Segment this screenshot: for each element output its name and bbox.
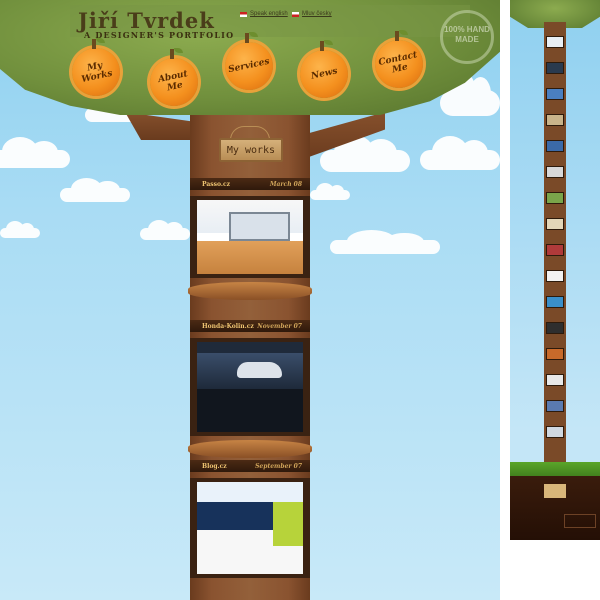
work-date: November 07 xyxy=(257,322,302,330)
uk-flag-icon xyxy=(240,11,247,17)
preview-thumb xyxy=(546,426,564,438)
work-frame xyxy=(190,338,310,436)
nav-about-me[interactable]: About Me xyxy=(150,48,198,106)
main-page: Jiří Tvrdek A DESIGNER'S PORTFOLIO Speak… xyxy=(0,0,500,600)
thumb-sidebar xyxy=(273,502,303,547)
preview-thumb xyxy=(546,322,564,334)
cloud xyxy=(0,137,70,168)
work-header: Blog.cz September 07 xyxy=(190,460,310,472)
work-date: September 07 xyxy=(255,462,302,470)
site-subtitle: A DESIGNER'S PORTFOLIO xyxy=(84,30,235,40)
cloud xyxy=(140,219,190,240)
preview-thumb xyxy=(546,36,564,48)
preview-thumb xyxy=(546,192,564,204)
preview-thumb xyxy=(546,296,564,308)
work-shelf xyxy=(188,440,312,458)
work-thumbnail[interactable] xyxy=(197,482,303,574)
work-header: Passo.cz March 08 xyxy=(190,178,310,190)
nav-services-label: Services xyxy=(227,56,271,76)
preview-thumb xyxy=(546,114,564,126)
preview-thumb xyxy=(546,270,564,282)
work-item[interactable]: Honda-Kolin.cz November 07 xyxy=(188,320,312,458)
preview-thumb xyxy=(546,62,564,74)
hand-made-badge: 100% HAND MADE xyxy=(440,10,494,64)
stem-icon xyxy=(92,39,96,49)
work-item[interactable]: Blog.cz September 07 xyxy=(190,460,310,578)
nav-news[interactable]: News xyxy=(300,40,348,98)
nav-my-works-label: My Works xyxy=(80,60,114,86)
language-english-link[interactable]: Speak english xyxy=(240,11,288,17)
cloud xyxy=(0,221,40,238)
preview-thumb xyxy=(546,218,564,230)
full-page-preview xyxy=(510,0,600,540)
cloud xyxy=(420,136,500,170)
language-english-label: Speak english xyxy=(250,11,288,17)
stem-icon xyxy=(170,49,174,59)
thumb-header xyxy=(197,482,303,503)
nav-my-works[interactable]: My Works xyxy=(72,38,120,96)
language-czech-label: Mluv česky xyxy=(302,11,332,17)
preview-thumb xyxy=(546,166,564,178)
thumb-body xyxy=(197,388,303,432)
preview-thumb xyxy=(546,348,564,360)
preview-thumb xyxy=(546,400,564,412)
cloud xyxy=(330,230,440,254)
cloud xyxy=(60,178,130,202)
nav-services[interactable]: Services xyxy=(225,32,273,90)
work-title[interactable]: Honda-Kolin.cz xyxy=(202,323,254,330)
work-thumbnail[interactable] xyxy=(197,342,303,432)
preview-thumb xyxy=(546,88,564,100)
work-shelf xyxy=(188,282,312,300)
cloud xyxy=(320,134,410,172)
nav-contact-me-label: Contact Me xyxy=(377,50,419,76)
thumb-floor xyxy=(197,241,303,274)
nav-about-me-label: About Me xyxy=(157,69,189,94)
stem-icon xyxy=(245,33,249,43)
nav-contact-me[interactable]: Contact Me xyxy=(375,30,423,88)
preview-card xyxy=(544,484,566,498)
language-czech-link[interactable]: Mluv česky xyxy=(292,11,332,17)
car-icon xyxy=(237,361,282,378)
preview-form xyxy=(564,514,596,528)
thumb-nav xyxy=(197,342,303,353)
work-item[interactable]: Passo.cz March 08 xyxy=(188,178,312,300)
work-thumbnail[interactable] xyxy=(197,200,303,274)
section-sign: My works xyxy=(219,138,283,162)
work-title[interactable]: Passo.cz xyxy=(202,181,230,188)
work-frame xyxy=(190,196,310,278)
preview-thumb xyxy=(546,140,564,152)
preview-thumb xyxy=(546,374,564,386)
nav-news-label: News xyxy=(309,66,339,82)
czech-flag-icon xyxy=(292,11,299,17)
preview-thumb xyxy=(546,244,564,256)
work-title[interactable]: Blog.cz xyxy=(202,463,227,470)
cloud xyxy=(310,183,350,200)
stem-icon xyxy=(320,41,324,51)
work-frame xyxy=(190,478,310,578)
work-header: Honda-Kolin.cz November 07 xyxy=(190,320,310,332)
laptop-icon xyxy=(228,211,291,242)
work-date: March 08 xyxy=(269,180,302,188)
stem-icon xyxy=(395,31,399,41)
